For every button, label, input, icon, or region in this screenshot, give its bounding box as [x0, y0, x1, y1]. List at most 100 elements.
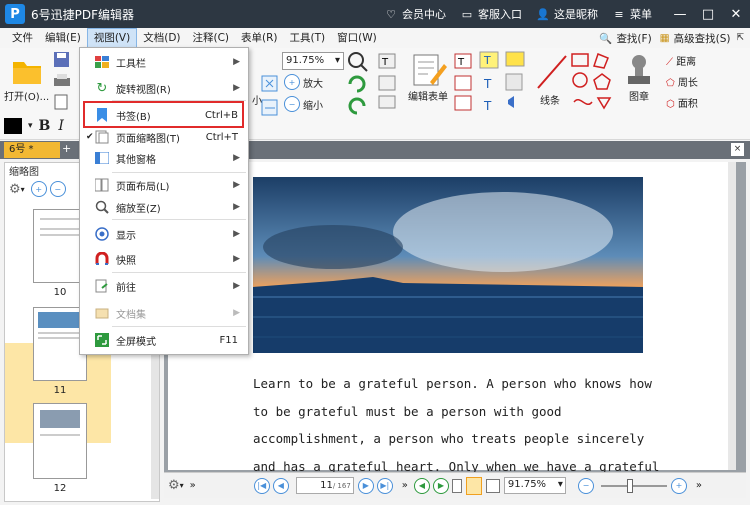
document-tab[interactable]: 6号 * [4, 142, 60, 158]
shape-tools-icon[interactable] [568, 50, 620, 116]
find-button[interactable]: 查找(F) [616, 31, 651, 46]
menu-item-fullscreen[interactable]: 全屏模式 F11 [80, 328, 248, 352]
lines-label: 线条 [540, 96, 560, 107]
maximize-button[interactable]: □ [694, 0, 722, 28]
properties-icon[interactable] [52, 93, 72, 111]
menu-comment[interactable]: 注释(C) [187, 28, 236, 48]
document-viewport[interactable]: Learn to be a grateful person. A person … [164, 162, 746, 498]
menu-edit[interactable]: 编辑(E) [39, 28, 87, 48]
distance-tool[interactable]: ⟋ 距离 [666, 52, 698, 73]
first-page-icon[interactable]: |◀ [253, 477, 270, 494]
menu-window[interactable]: 窗口(W) [331, 28, 383, 48]
zoom-in-icon[interactable]: + [670, 477, 687, 494]
minimize-button[interactable]: — [666, 0, 694, 28]
chevron-down-icon[interactable]: ▾ [21, 185, 25, 194]
zoom-slider[interactable] [600, 478, 667, 493]
thumbnail-page-12[interactable] [33, 403, 87, 479]
zoom-out-button[interactable]: − 缩小 [284, 96, 323, 112]
thumb-zoom-in-icon[interactable]: + [30, 181, 47, 197]
rotate-cw-icon[interactable] [346, 74, 368, 94]
forward-icon[interactable]: ▶ [432, 477, 449, 494]
user-nickname-link[interactable]: 👤 这是昵称 [536, 6, 598, 22]
annotation-tools-icon[interactable]: TTT [478, 50, 532, 116]
menu-item-other-panes[interactable]: 其他窗格 ▶ [80, 146, 248, 170]
new-tab-button[interactable]: + [62, 142, 74, 156]
open-button[interactable]: 打开(O)... [4, 54, 49, 103]
gear-icon[interactable]: ⚙ [168, 478, 180, 493]
status-bar: ⚙ ▾ » |◀ ◀ 11/ 167 ▶ ▶| » ◀ ▶ 91.75% ▾ − … [164, 472, 746, 498]
last-page-icon[interactable]: ▶| [376, 477, 393, 494]
fit-page-icon[interactable] [260, 74, 280, 94]
text-line: to be grateful must be a person with goo… [253, 403, 562, 419]
menu-item-page-layout[interactable]: 页面布局(L) ▶ [80, 173, 248, 197]
menu-item-rotate-view[interactable]: ↻ 旋转视图(R) ▶ [80, 76, 248, 100]
menu-item-snapshot[interactable]: 快照 ▶ [80, 247, 248, 271]
menu-item-toolbar[interactable]: 工具栏 ▶ [80, 50, 248, 74]
zoom-select[interactable]: 91.75% ▾ [282, 52, 344, 70]
chevron-down-icon[interactable]: ▾ [28, 121, 33, 131]
menu-form[interactable]: 表单(R) [235, 28, 284, 48]
edit-form-button[interactable]: 编辑表单 [408, 52, 448, 103]
advanced-find-icon: ▦ [659, 32, 670, 44]
app-title: 6号迅捷PDF编辑器 [31, 7, 135, 22]
single-page-icon[interactable] [451, 478, 462, 493]
pin-icon[interactable]: ⇱ [736, 33, 744, 43]
form-field-icons[interactable]: T [452, 52, 476, 116]
double-chevron-icon[interactable]: » [696, 480, 702, 491]
menu-tools[interactable]: 工具(T) [284, 28, 332, 48]
stamp-icon [628, 55, 650, 84]
view-menu-dropdown: 工具栏 ▶ ↻ 旋转视图(R) ▶ 书签(B) Ctrl+B ✔ 页面缩略图(T) Ctrl… [79, 47, 249, 355]
fullscreen-icon [94, 333, 110, 347]
chevron-down-icon[interactable]: ▾ [180, 481, 184, 490]
zoom-out-icon[interactable]: − [577, 477, 594, 494]
next-page-icon[interactable]: ▶ [357, 477, 374, 494]
chevron-down-icon: ▾ [334, 55, 340, 66]
zoom-tool-icon[interactable] [346, 50, 370, 72]
edit-form-icon [413, 54, 447, 86]
line-tool-icon[interactable] [534, 52, 570, 92]
bold-button[interactable]: B [39, 118, 51, 134]
menu-document[interactable]: 文档(D) [137, 28, 186, 48]
menu-item-page-thumbnail[interactable]: ✔ 页面缩略图(T) Ctrl+T [80, 128, 248, 146]
document-scrollbar[interactable] [728, 162, 736, 470]
text-tools-icon[interactable]: T [376, 52, 400, 112]
thumb-zoom-out-icon[interactable]: − [49, 181, 66, 197]
back-icon[interactable]: ◀ [413, 477, 430, 494]
print-icon[interactable] [52, 72, 72, 90]
two-page-icon[interactable] [485, 478, 500, 493]
status-zoom-select[interactable]: 91.75% ▾ [503, 477, 566, 494]
grid-icon [94, 151, 110, 165]
gear-icon[interactable]: ⚙ [9, 182, 21, 197]
continuous-page-icon[interactable] [465, 476, 482, 495]
member-center-link[interactable]: ♡ 会员中心 [384, 6, 446, 22]
menu-item-goto[interactable]: 前往 ▶ [80, 274, 248, 298]
rotate-ccw-icon[interactable] [346, 96, 368, 116]
menu-item-display[interactable]: 显示 ▶ [80, 222, 248, 246]
double-chevron-icon[interactable]: » [402, 480, 408, 491]
zoom-slider-handle[interactable] [626, 478, 633, 493]
page-number-input[interactable]: 11/ 167 [295, 477, 354, 494]
menu-view[interactable]: 视图(V) [86, 28, 138, 48]
close-tab-button[interactable]: × [731, 143, 744, 156]
zoom-in-button[interactable]: + 放大 [284, 74, 323, 90]
color-swatch[interactable] [4, 118, 22, 134]
italic-button[interactable]: I [58, 118, 64, 134]
menu-file[interactable]: 文件 [6, 28, 39, 48]
chat-icon: ▭ [461, 7, 473, 21]
toolbar-icon [94, 55, 110, 69]
area-tool[interactable]: ⬡ 面积 [666, 94, 698, 115]
perimeter-tool[interactable]: ⬠ 周长 [666, 73, 698, 94]
rotate-icon: ↻ [96, 80, 108, 96]
prev-page-icon[interactable]: ◀ [272, 477, 289, 494]
customer-service-link[interactable]: ▭ 客服入口 [460, 6, 522, 22]
double-chevron-icon[interactable]: » [190, 480, 196, 491]
title-bar: P 6号迅捷PDF编辑器 ♡ 会员中心 ▭ 客服入口 👤 这是昵称 ≡ 菜单 — □ ✕ [0, 0, 750, 28]
menu-link[interactable]: ≡ 菜单 [612, 6, 652, 22]
close-button[interactable]: ✕ [722, 0, 750, 28]
fit-width-icon[interactable] [260, 98, 280, 118]
save-icon[interactable] [52, 51, 72, 69]
menu-item-document-set[interactable]: 文档集 ▶ [80, 301, 248, 325]
menu-item-zoom-to[interactable]: 缩放至(Z) ▶ [80, 195, 248, 219]
stamp-button[interactable]: 图章 [624, 52, 654, 103]
advanced-find-button[interactable]: 高级查找(S) [674, 31, 731, 46]
